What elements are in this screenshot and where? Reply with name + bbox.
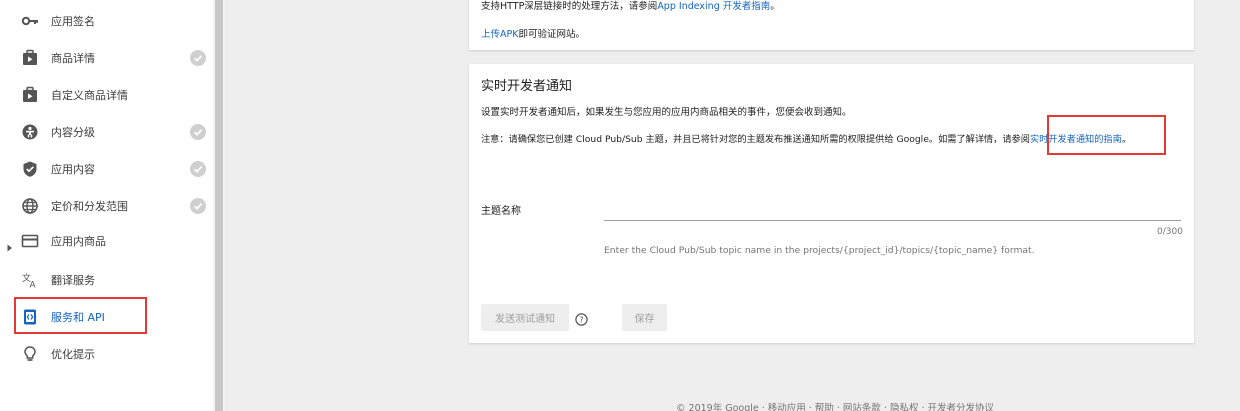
highlight-box-services-api [14, 297, 147, 334]
globe-icon [21, 197, 39, 215]
check-circle-icon [190, 197, 206, 214]
topic-name-hint: Enter the Cloud Pub/Sub topic name in th… [604, 245, 1035, 256]
sidebar-item-optimization-tips[interactable]: 优化提示 [0, 335, 213, 372]
sidebar-item-in-app-products[interactable]: 应用内商品 [0, 222, 213, 259]
upload-apk-link[interactable]: 上传APK [481, 29, 518, 40]
translate-icon: 文A [21, 271, 39, 289]
sidebar-item-store-listing[interactable]: 商品详情 [0, 39, 213, 76]
app-indexing-text-end: 。 [770, 1, 780, 12]
svg-text:?: ? [579, 315, 583, 324]
rtdn-description: 设置实时开发者通知后，如果发生与您应用的应用内商品相关的事件，您便会收到通知。 [481, 107, 852, 118]
svg-text:A: A [30, 280, 37, 289]
sidebar-item-label: 翻译服务 [51, 273, 95, 287]
expand-arrow-icon[interactable] [6, 237, 14, 251]
sidebar-item-label: 优化提示 [51, 347, 95, 361]
app-indexing-guide-link[interactable]: App Indexing 开发者指南 [657, 1, 770, 12]
sidebar-item-label: 商品详情 [51, 51, 95, 65]
sidebar-item-app-content[interactable]: 应用内容 [0, 150, 213, 187]
lightbulb-icon [21, 345, 39, 363]
key-icon [21, 12, 39, 30]
sidebar-item-label: 应用内容 [51, 162, 95, 176]
save-button[interactable]: 保存 [622, 304, 667, 331]
sidebar: 应用签名 商品详情 自定义商品详情 内容分级 应用内容 定价和分发范围 应用内商… [0, 0, 213, 411]
store-icon [21, 86, 39, 104]
sidebar-item-content-rating[interactable]: 内容分级 [0, 113, 213, 150]
rtdn-note-text: 注意：请确保您已创建 Cloud Pub/Sub 主题，并且已将针对您的主题发布… [481, 134, 1030, 145]
sidebar-item-custom-store-listing[interactable]: 自定义商品详情 [0, 76, 213, 113]
footer-links[interactable]: © 2019年 Google · 移动应用 · 帮助 · 网站条款 · 隐私权 … [676, 400, 994, 411]
sidebar-item-translation[interactable]: 文A 翻译服务 [0, 261, 213, 298]
sidebar-item-label: 定价和分发范围 [51, 199, 128, 213]
upload-apk-text: 即可验证网站。 [518, 29, 585, 40]
char-counter: 0/300 [1157, 227, 1183, 237]
check-circle-icon [190, 160, 206, 177]
check-circle-icon [190, 123, 206, 140]
upload-apk-line: 上传APK即可验证网站。 [481, 26, 585, 40]
sidebar-item-pricing-distribution[interactable]: 定价和分发范围 [0, 187, 213, 224]
topic-name-label: 主题名称 [481, 206, 521, 217]
highlight-box-rtdn-guide [1047, 115, 1166, 155]
content-rating-icon [21, 123, 39, 141]
topic-name-input[interactable] [604, 200, 1181, 220]
sidebar-item-label: 内容分级 [51, 125, 95, 139]
help-icon[interactable]: ? [575, 311, 588, 326]
check-circle-icon [190, 49, 206, 66]
rtdn-title: 实时开发者通知 [481, 79, 573, 94]
scrollbar-thumb[interactable] [215, 0, 223, 411]
sidebar-item-label: 应用签名 [51, 14, 95, 28]
sidebar-item-app-signing[interactable]: 应用签名 [0, 2, 213, 39]
card-icon [21, 232, 39, 250]
topic-name-underline [604, 220, 1181, 221]
shield-icon [21, 160, 39, 178]
send-test-notification-button[interactable]: 发送测试通知 [481, 304, 569, 331]
store-icon [21, 49, 39, 67]
sidebar-item-label: 自定义商品详情 [51, 88, 128, 102]
rtdn-note: 注意：请确保您已创建 Cloud Pub/Sub 主题，并且已将针对您的主题发布… [481, 131, 1131, 145]
sidebar-item-label: 应用内商品 [51, 234, 106, 248]
sidebar-scrollbar[interactable] [213, 0, 225, 411]
app-indexing-line: 支持HTTP深层链接时的处理方法，请参阅App Indexing 开发者指南。 [481, 0, 780, 12]
app-indexing-text: 支持HTTP深层链接时的处理方法，请参阅 [481, 1, 658, 12]
